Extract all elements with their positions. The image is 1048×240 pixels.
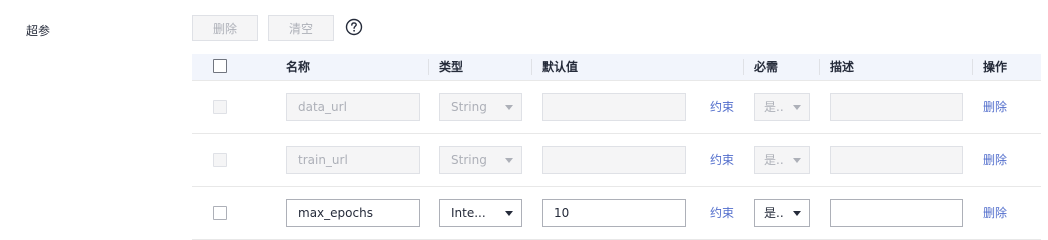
param-description-input[interactable] [830,199,963,227]
row-checkbox[interactable] [213,206,227,220]
param-type-value: Inte... [451,206,486,220]
header-type: 类型 [439,60,464,74]
param-description-input[interactable] [830,146,963,174]
hyperparameter-table: 名称 类型 默认值 必需 描述 操作 data_url String 约束 是.… [192,54,1041,240]
chevron-down-icon [505,211,513,216]
header-default: 默认值 [542,60,579,74]
param-type-select[interactable]: String [439,146,522,174]
param-description-input[interactable] [830,93,963,121]
param-default-input[interactable] [542,93,686,121]
column-divider [972,59,973,75]
chevron-down-icon [793,211,801,216]
param-name-input[interactable]: data_url [286,93,420,121]
row-delete-link[interactable]: 删除 [983,93,1007,121]
table-header: 名称 类型 默认值 必需 描述 操作 [192,54,1041,81]
param-required-select[interactable]: 是.. [754,93,810,121]
column-divider [743,59,744,75]
row-delete-link[interactable]: 删除 [983,199,1007,227]
param-type-value: String [451,100,487,114]
select-all-checkbox[interactable] [213,59,227,73]
param-required-value: 是.. [764,100,784,114]
constraint-link[interactable]: 约束 [710,93,734,121]
clear-button[interactable]: 清空 [268,15,334,41]
chevron-down-icon [505,158,513,163]
question-circle-icon[interactable] [345,18,363,36]
constraint-link[interactable]: 约束 [710,146,734,174]
constraint-link[interactable]: 约束 [710,199,734,227]
row-checkbox[interactable] [213,100,227,114]
param-name-input[interactable]: train_url [286,146,420,174]
column-divider [531,59,532,75]
chevron-down-icon [505,105,513,110]
param-name-input[interactable]: max_epochs [286,199,420,227]
chevron-down-icon [793,105,801,110]
delete-button[interactable]: 删除 [192,15,258,41]
param-required-select[interactable]: 是.. [754,146,810,174]
row-delete-link[interactable]: 删除 [983,146,1007,174]
chevron-down-icon [793,158,801,163]
header-description: 描述 [830,60,855,74]
table-row: train_url String 约束 是.. 删除 [192,134,1041,187]
param-type-value: String [451,153,487,167]
param-type-select[interactable]: Inte... [439,199,522,227]
section-label-hyperparameters: 超参 [26,24,51,38]
row-checkbox[interactable] [213,153,227,167]
table-row: max_epochs Inte... 10 约束 是.. 删除 [192,187,1041,240]
column-divider [819,59,820,75]
param-default-input[interactable] [542,146,686,174]
param-required-select[interactable]: 是.. [754,199,810,227]
column-divider [428,59,429,75]
table-row: data_url String 约束 是.. 删除 [192,81,1041,134]
header-name: 名称 [286,60,311,74]
header-action: 操作 [983,60,1008,74]
param-type-select[interactable]: String [439,93,522,121]
param-required-value: 是.. [764,153,784,167]
param-default-input[interactable]: 10 [542,199,686,227]
param-required-value: 是.. [764,206,784,220]
header-required: 必需 [754,60,779,74]
